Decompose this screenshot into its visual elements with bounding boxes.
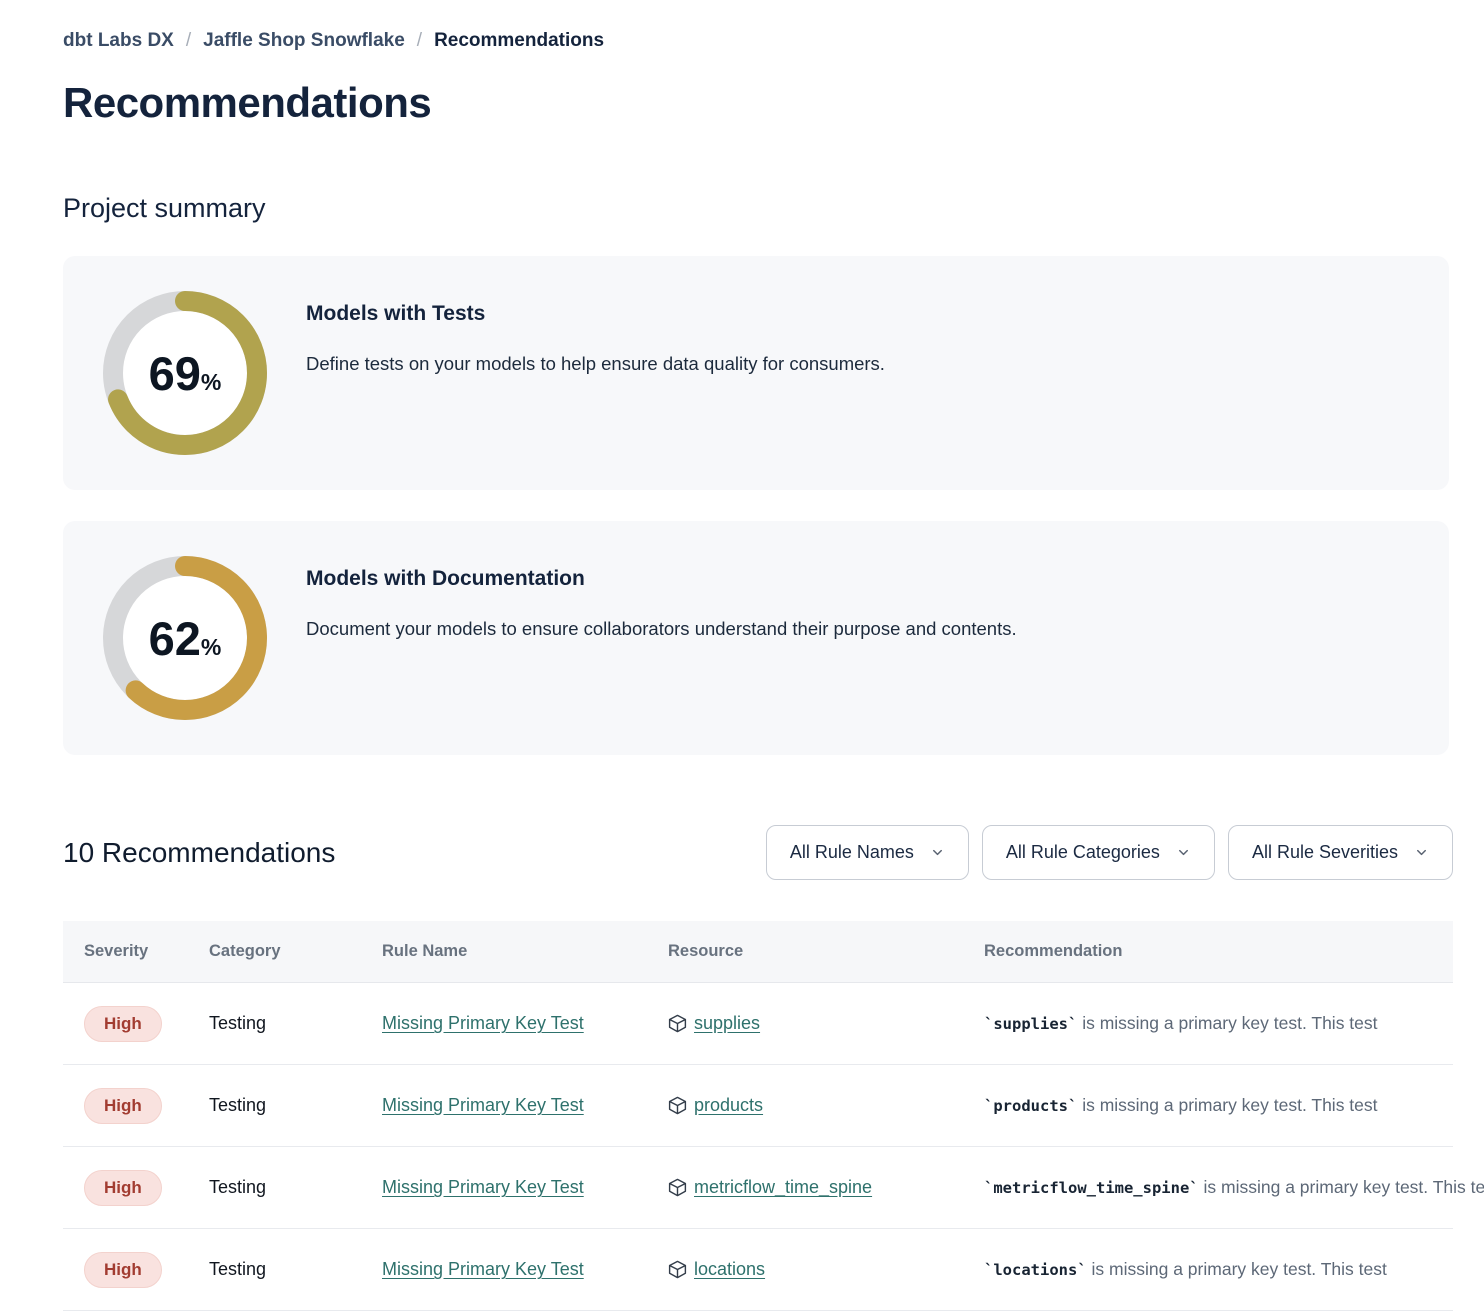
resource-cell: products <box>668 1095 984 1116</box>
category-cell: Testing <box>209 1177 382 1198</box>
resource-link[interactable]: metricflow_time_spine <box>694 1177 872 1198</box>
resource-code-text: `metricflow_time_spine` <box>984 1179 1199 1197</box>
breadcrumb-separator: / <box>417 30 422 52</box>
breadcrumb-separator: / <box>186 30 191 52</box>
resource-link[interactable]: products <box>694 1095 763 1116</box>
percent-sign: % <box>201 371 221 394</box>
column-header-recommendation: Recommendation <box>984 942 1453 961</box>
severity-badge-high: High <box>84 1088 162 1124</box>
model-cube-icon <box>668 1260 687 1279</box>
severity-badge-high: High <box>84 1170 162 1206</box>
table-row: High Testing Missing Primary Key Test pr… <box>63 1065 1453 1147</box>
percent-value: 69 <box>149 350 201 397</box>
column-header-severity: Severity <box>63 942 209 961</box>
filter-bar: All Rule Names All Rule Categories All R… <box>766 825 1453 880</box>
severity-cell: High <box>63 1006 209 1042</box>
resource-cell: metricflow_time_spine <box>668 1177 984 1198</box>
table-row: High Testing Missing Primary Key Test lo… <box>63 1229 1453 1311</box>
recommendations-table: Severity Category Rule Name Resource Rec… <box>63 921 1453 1311</box>
summary-card-tests: 69 % Models with Tests Define tests on y… <box>63 256 1449 490</box>
recommendation-text: is missing a primary key test. This test <box>1082 1095 1377 1115</box>
rule-severities-filter-dropdown[interactable]: All Rule Severities <box>1228 825 1453 880</box>
recommendation-text: is missing a primary key test. This test <box>1092 1259 1387 1279</box>
card-text-block: Models with Tests Define tests on your m… <box>306 291 885 375</box>
card-description: Document your models to ensure collabora… <box>306 618 1017 640</box>
severity-cell: High <box>63 1088 209 1124</box>
rule-name-cell: Missing Primary Key Test <box>382 1095 668 1116</box>
rule-name-cell: Missing Primary Key Test <box>382 1013 668 1034</box>
column-header-resource: Resource <box>668 942 984 961</box>
chevron-down-icon <box>1176 845 1191 860</box>
category-cell: Testing <box>209 1259 382 1280</box>
rule-name-link[interactable]: Missing Primary Key Test <box>382 1259 584 1279</box>
recommendation-text: is missing a primary key test. This test <box>1204 1177 1484 1197</box>
resource-code-text: `supplies` <box>984 1015 1077 1033</box>
breadcrumb-item-account[interactable]: dbt Labs DX <box>63 30 174 52</box>
rule-name-link[interactable]: Missing Primary Key Test <box>382 1177 584 1197</box>
card-title: Models with Documentation <box>306 567 1017 591</box>
table-row: High Testing Missing Primary Key Test me… <box>63 1147 1453 1229</box>
resource-link[interactable]: supplies <box>694 1013 760 1034</box>
model-cube-icon <box>668 1178 687 1197</box>
severity-cell: High <box>63 1170 209 1206</box>
column-header-rule-name: Rule Name <box>382 942 668 961</box>
page-content: dbt Labs DX / Jaffle Shop Snowflake / Re… <box>0 0 1453 1311</box>
recommendations-count-heading: 10 Recommendations <box>63 837 335 869</box>
chevron-down-icon <box>930 845 945 860</box>
category-cell: Testing <box>209 1013 382 1034</box>
resource-cell: locations <box>668 1259 984 1280</box>
percent-value: 62 <box>149 615 201 662</box>
filter-label: All Rule Names <box>790 842 914 863</box>
severity-cell: High <box>63 1252 209 1288</box>
rule-name-link[interactable]: Missing Primary Key Test <box>382 1013 584 1033</box>
category-cell: Testing <box>209 1095 382 1116</box>
resource-link[interactable]: locations <box>694 1259 765 1280</box>
resource-cell: supplies <box>668 1013 984 1034</box>
recommendation-cell: `products` is missing a primary key test… <box>984 1095 1453 1116</box>
donut-percent-label: 62 % <box>103 556 267 720</box>
recommendations-header: 10 Recommendations All Rule Names All Ru… <box>63 825 1453 880</box>
summary-card-documentation: 62 % Models with Documentation Document … <box>63 521 1449 755</box>
filter-label: All Rule Categories <box>1006 842 1160 863</box>
breadcrumb-item-project[interactable]: Jaffle Shop Snowflake <box>203 30 405 52</box>
rule-name-cell: Missing Primary Key Test <box>382 1177 668 1198</box>
tests-donut-chart: 69 % <box>103 291 267 455</box>
chevron-down-icon <box>1414 845 1429 860</box>
project-summary-heading: Project summary <box>63 193 1453 224</box>
severity-badge-high: High <box>84 1006 162 1042</box>
breadcrumb: dbt Labs DX / Jaffle Shop Snowflake / Re… <box>63 30 1453 52</box>
filter-label: All Rule Severities <box>1252 842 1398 863</box>
column-header-category: Category <box>209 942 382 961</box>
recommendations-page: dbt Labs DX / Jaffle Shop Snowflake / Re… <box>0 0 1484 1316</box>
rule-name-cell: Missing Primary Key Test <box>382 1259 668 1280</box>
card-title: Models with Tests <box>306 302 885 326</box>
recommendation-cell: `supplies` is missing a primary key test… <box>984 1013 1453 1034</box>
severity-badge-high: High <box>84 1252 162 1288</box>
recommendation-cell: `metricflow_time_spine` is missing a pri… <box>984 1177 1484 1198</box>
rule-names-filter-dropdown[interactable]: All Rule Names <box>766 825 969 880</box>
card-text-block: Models with Documentation Document your … <box>306 556 1017 640</box>
breadcrumb-item-current: Recommendations <box>434 30 604 52</box>
donut-percent-label: 69 % <box>103 291 267 455</box>
model-cube-icon <box>668 1096 687 1115</box>
recommendation-cell: `locations` is missing a primary key tes… <box>984 1259 1453 1280</box>
table-row: High Testing Missing Primary Key Test su… <box>63 983 1453 1065</box>
resource-code-text: `locations` <box>984 1261 1087 1279</box>
rule-categories-filter-dropdown[interactable]: All Rule Categories <box>982 825 1215 880</box>
table-header-row: Severity Category Rule Name Resource Rec… <box>63 921 1453 983</box>
docs-donut-chart: 62 % <box>103 556 267 720</box>
recommendation-text: is missing a primary key test. This test <box>1082 1013 1377 1033</box>
card-description: Define tests on your models to help ensu… <box>306 353 885 375</box>
resource-code-text: `products` <box>984 1097 1077 1115</box>
model-cube-icon <box>668 1014 687 1033</box>
page-title: Recommendations <box>63 79 1453 127</box>
rule-name-link[interactable]: Missing Primary Key Test <box>382 1095 584 1115</box>
percent-sign: % <box>201 636 221 659</box>
